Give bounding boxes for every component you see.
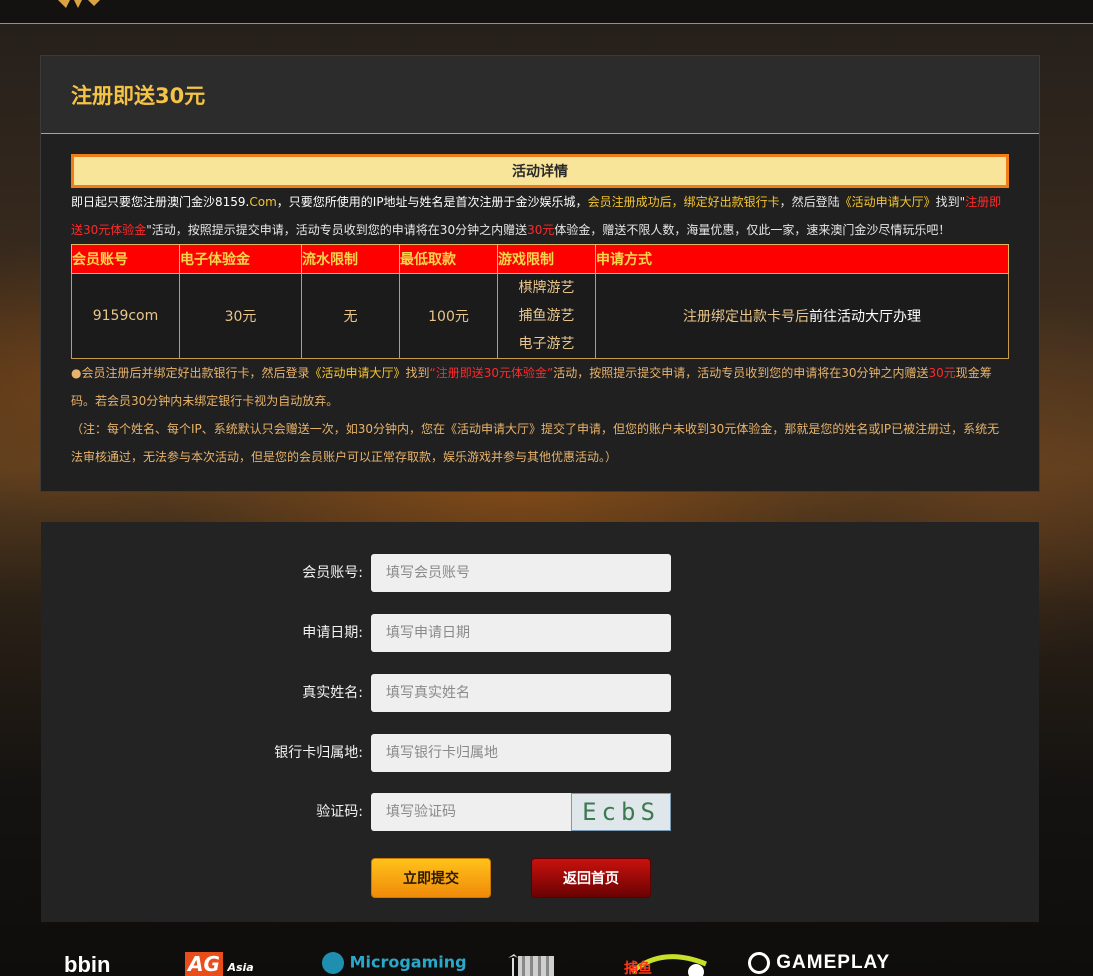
date-input[interactable] — [371, 614, 671, 652]
date-label: 申请日期: — [302, 625, 363, 641]
cell-account: 9159com — [71, 273, 180, 359]
form-row-name: 真实姓名: — [41, 674, 1039, 712]
promo-disclaimer: （注：每个姓名、每个IP、系统默认只会赠送一次，如30分钟内，您在《活动申请大厅… — [71, 422, 1000, 464]
form-row-date: 申请日期: — [41, 614, 1039, 652]
activity-hall-link[interactable]: 《活动申请大厅》 — [309, 366, 405, 380]
ag-asia-logo: AG Asia — [185, 952, 254, 976]
bbin-logo: bbin — [64, 952, 111, 976]
gameplay-logo: GAMEPLAY — [748, 952, 890, 976]
captcha-input[interactable] — [371, 793, 571, 831]
account-input[interactable] — [371, 554, 671, 592]
account-label: 会员账号: — [302, 565, 363, 581]
application-form: 会员账号: 申请日期: 真实姓名: 银行卡归属地: 验证码: EcbS 立即提交… — [41, 522, 1039, 922]
promo-note-paragraph: ●会员注册后并绑定好出款银行卡，然后登录《活动申请大厅》找到“注册即送30元体验… — [71, 366, 992, 408]
col-member-account: 会员账号 — [71, 244, 180, 274]
col-game-limit: 游戏限制 — [497, 244, 596, 274]
col-bonus: 电子体验金 — [179, 244, 302, 274]
cell-turnover: 无 — [301, 273, 400, 359]
form-row-account: 会员账号: — [41, 554, 1039, 592]
name-label: 真实姓名: — [302, 685, 363, 701]
microgaming-icon — [322, 952, 344, 974]
bank-location-input[interactable] — [371, 734, 671, 772]
real-name-input[interactable] — [371, 674, 671, 712]
captcha-image[interactable]: EcbS — [571, 793, 671, 831]
microgaming-logo: Microgaming — [322, 952, 467, 976]
back-home-button[interactable]: 返回首页 — [531, 858, 651, 898]
promo-intro-paragraph: 即日起只要您注册澳门金沙8159.Com，只要您所使用的IP地址与姓名是首次注册… — [71, 195, 1002, 237]
cell-apply-method: 注册绑定出款卡号后前往活动大厅办理 — [595, 273, 1009, 359]
fishing-game-logo: 捕鱼 — [622, 952, 712, 976]
bank-label: 银行卡归属地: — [274, 745, 363, 761]
partner-logos: bbin AG Asia Microgaming 捕鱼 GAMEPLAY — [0, 946, 1093, 976]
site-logo[interactable] — [56, 0, 106, 8]
table-row: 9159com 30元 无 100元 棋牌游艺 捕鱼游艺 电子游艺 注册绑定出款… — [71, 273, 1009, 359]
form-row-captcha: 验证码: EcbS — [41, 793, 1039, 831]
cell-games: 棋牌游艺 捕鱼游艺 电子游艺 — [497, 273, 596, 359]
promo-terms-table: 会员账号 电子体验金 流水限制 最低取款 游戏限制 申请方式 9159com 3… — [71, 244, 1009, 359]
form-row-bank: 银行卡归属地: — [41, 734, 1039, 772]
activity-hall-link[interactable]: 前往活动大厅办理 — [809, 309, 921, 325]
col-turnover: 流水限制 — [301, 244, 400, 274]
captcha-label: 验证码: — [316, 804, 363, 820]
gameplay-icon — [748, 952, 770, 974]
promo-card: 注册即送30元 活动详情 即日起只要您注册澳门金沙8159.Com，只要您所使用… — [40, 55, 1040, 492]
submit-button[interactable]: 立即提交 — [371, 858, 491, 898]
cell-bonus: 30元 — [179, 273, 302, 359]
top-header-bar — [0, 0, 1093, 24]
activity-details-bar: 活动详情 — [71, 154, 1009, 188]
game-item: 电子游艺 — [518, 336, 575, 352]
promo-title: 注册即送30元 — [71, 83, 206, 108]
col-apply-method: 申请方式 — [595, 244, 1009, 274]
activity-hall-link[interactable]: 《活动申请大厅》 — [840, 195, 936, 209]
building-icon — [508, 954, 554, 976]
game-item: 棋牌游艺 — [518, 280, 575, 296]
col-min-withdraw: 最低取款 — [399, 244, 498, 274]
building-logo — [506, 952, 562, 976]
promo-card-header: 注册即送30元 — [41, 56, 1039, 134]
table-header-row: 会员账号 电子体验金 流水限制 最低取款 游戏限制 申请方式 — [71, 244, 1009, 274]
cell-min-withdraw: 100元 — [399, 273, 498, 359]
game-item: 捕鱼游艺 — [518, 308, 575, 324]
